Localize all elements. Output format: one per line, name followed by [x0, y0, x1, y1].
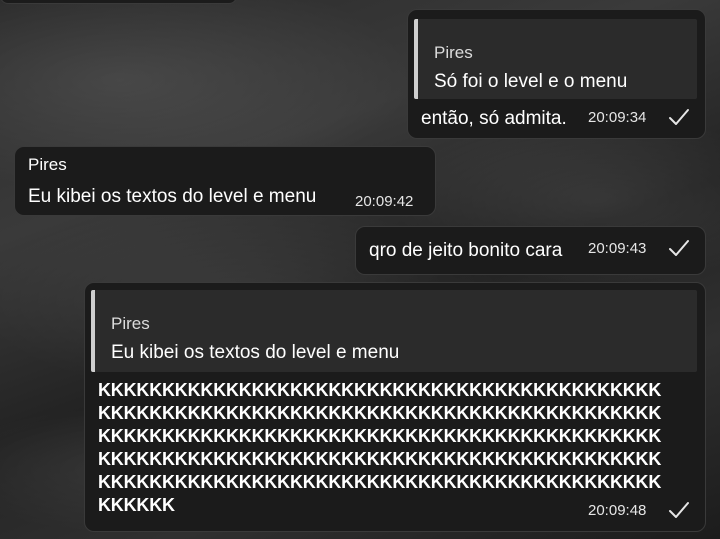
check-icon — [669, 109, 689, 125]
check-icon — [669, 502, 689, 518]
message-bubble-outgoing[interactable]: qro de jeito bonito cara 20:09:43 — [355, 226, 706, 275]
reply-sender-name: Pires — [434, 43, 473, 62]
message-text-line: KKKKKKKKKKKKKKKKKKKKKKKKKKKKKKKKKKKKKKKK… — [98, 403, 662, 423]
message-text-line: KKKKKKKKKKKKKKKKKKKKKKKKKKKKKKKKKKKKKKKK… — [98, 380, 662, 400]
message-text-line: KKKKKKKKKKKKKKKKKKKKKKKKKKKKKKKKKKKKKKKK… — [98, 426, 662, 446]
sender-name: Pires — [28, 155, 67, 174]
message-time: 20:09:43 — [588, 240, 647, 257]
reply-text: Só foi o level e o menu — [434, 71, 628, 92]
message-text: Eu kibei os textos do level e menu — [28, 186, 317, 207]
previous-message-bubble[interactable] — [0, 0, 237, 4]
reply-quote[interactable]: Pires Só foi o level e o menu — [414, 19, 697, 99]
message-bubble-incoming[interactable]: Pires Eu kibei os textos do level e menu… — [14, 146, 436, 216]
message-time: 20:09:48 — [588, 502, 647, 519]
message-text: então, só admita. — [421, 108, 567, 129]
message-bubble-outgoing[interactable]: Pires Só foi o level e o menu então, só … — [407, 9, 706, 139]
reply-sender-name: Pires — [111, 314, 150, 333]
message-bubble-outgoing[interactable]: Pires Eu kibei os textos do level e menu… — [84, 282, 706, 532]
reply-text: Eu kibei os textos do level e menu — [111, 342, 400, 363]
reply-quote[interactable]: Pires Eu kibei os textos do level e menu — [91, 290, 697, 372]
check-icon — [669, 240, 689, 256]
message-time: 20:09:42 — [355, 193, 414, 210]
message-text: qro de jeito bonito cara — [369, 240, 563, 261]
message-time: 20:09:34 — [588, 109, 647, 126]
message-text-line: KKKKKKKKKKKKKKKKKKKKKKKKKKKKKKKKKKKKKKKK… — [98, 472, 662, 492]
message-text-line: KKKKKKKKKKKKKKKKKKKKKKKKKKKKKKKKKKKKKKKK… — [98, 449, 662, 469]
message-text-line: KKKKKK — [98, 495, 175, 515]
